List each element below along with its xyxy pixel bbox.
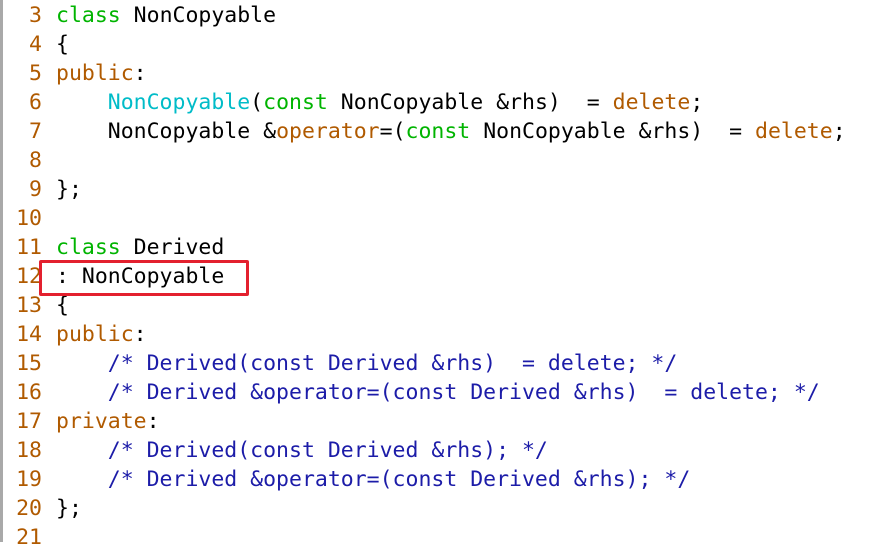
code-line[interactable]: 17 private: — [0, 407, 159, 436]
code-token: const — [405, 119, 471, 144]
code-token: /* Derived &operator=(const Derived &rhs… — [107, 467, 691, 492]
line-number: 18 — [16, 438, 42, 463]
line-text: /* Derived &operator=(const Derived &rhs… — [56, 465, 690, 494]
code-line[interactable]: 14 public: — [0, 320, 147, 349]
code-token: }; — [56, 177, 82, 202]
code-token: Derived — [120, 235, 225, 260]
code-token: NonCopyable & — [56, 119, 277, 144]
line-number: 17 — [16, 409, 42, 434]
line-text: class NonCopyable — [56, 1, 276, 30]
code-line[interactable]: 7 NonCopyable &operator=(const NonCopyab… — [0, 117, 846, 146]
code-line[interactable]: 15 /* Derived(const Derived &rhs) = dele… — [0, 349, 677, 378]
code-line[interactable]: 11 class Derived — [0, 233, 224, 262]
code-token: delete — [612, 90, 691, 115]
line-number: 15 — [16, 351, 42, 376]
code-token: : — [133, 61, 147, 86]
code-token: operator — [276, 119, 380, 144]
line-text: /* Derived(const Derived &rhs); */ — [56, 436, 548, 465]
code-token: =( — [379, 119, 406, 144]
code-token: }; — [56, 496, 82, 521]
code-line[interactable]: 16 /* Derived &operator=(const Derived &… — [0, 378, 820, 407]
line-text: class Derived — [56, 233, 224, 262]
code-token: const — [263, 90, 328, 115]
code-token: : — [146, 409, 160, 434]
code-line[interactable]: 10 — [0, 204, 42, 233]
line-text: { — [56, 30, 69, 59]
code-token: /* Derived &operator=(const Derived &rhs… — [107, 380, 820, 405]
line-text: public: — [56, 320, 147, 349]
code-line[interactable]: 21 — [0, 523, 42, 552]
code-token: /* Derived(const Derived &rhs); */ — [107, 438, 548, 463]
code-token: public — [56, 61, 134, 86]
code-token: { — [56, 32, 69, 57]
code-token: ; — [832, 119, 846, 144]
line-number: 20 — [16, 496, 42, 521]
code-line[interactable]: 19 /* Derived &operator=(const Derived &… — [0, 465, 690, 494]
code-token: private — [56, 409, 147, 434]
line-number: 3 — [29, 3, 42, 28]
code-token: ; — [690, 90, 704, 115]
code-token: NonCopyable &rhs) = — [470, 119, 756, 144]
code-token: class — [56, 3, 121, 28]
line-number: 8 — [29, 148, 42, 173]
line-number: 11 — [16, 235, 42, 260]
line-text: private: — [56, 407, 160, 436]
code-token: ( — [250, 90, 264, 115]
line-number: 12 — [16, 264, 42, 289]
code-token: class — [56, 235, 121, 260]
code-token: : — [133, 322, 147, 347]
code-editor[interactable]: 3 class NonCopyable 4{5 public: 6 NonCopyabl… — [0, 1, 846, 552]
code-token: delete — [755, 119, 833, 144]
line-number: 14 — [16, 322, 42, 347]
code-line[interactable]: 12: NonCopyable — [0, 262, 224, 291]
line-number: 7 — [29, 119, 42, 144]
line-text: }; — [56, 494, 82, 523]
code-token: { — [56, 293, 69, 318]
line-number: 16 — [16, 380, 42, 405]
line-text: }; — [56, 175, 82, 204]
line-text: NonCopyable &operator=(const NonCopyable… — [56, 117, 846, 146]
highlight-box-base-class — [39, 260, 249, 296]
code-line[interactable]: 5 public: — [0, 59, 147, 88]
code-line[interactable]: 3 class NonCopyable — [0, 1, 276, 30]
line-text: /* Derived(const Derived &rhs) = delete;… — [56, 349, 678, 378]
code-token: /* Derived(const Derived &rhs) = delete;… — [107, 351, 678, 376]
code-line[interactable]: 20}; — [0, 494, 82, 523]
code-token: NonCopyable — [120, 3, 277, 28]
code-line[interactable]: 6 NonCopyable(const NonCopyable &rhs) = … — [0, 88, 703, 117]
code-token: NonCopyable — [107, 90, 251, 115]
code-token: NonCopyable &rhs) = — [327, 90, 613, 115]
line-number: 13 — [16, 293, 42, 318]
line-number: 10 — [16, 206, 42, 231]
code-line[interactable]: 13 { — [0, 291, 69, 320]
line-number: 5 — [29, 61, 42, 86]
line-number: 19 — [16, 467, 42, 492]
code-line[interactable]: 4{ — [0, 30, 69, 59]
line-text: /* Derived &operator=(const Derived &rhs… — [56, 378, 820, 407]
line-text: NonCopyable(const NonCopyable &rhs) = de… — [56, 88, 703, 117]
line-number: 9 — [29, 177, 42, 202]
line-number: 6 — [29, 90, 42, 115]
code-line[interactable]: 18 /* Derived(const Derived &rhs); */ — [0, 436, 548, 465]
line-text: public: — [56, 59, 147, 88]
line-number: 21 — [16, 525, 42, 550]
code-line[interactable]: 9}; — [0, 175, 82, 204]
code-token: public — [56, 322, 134, 347]
code-line[interactable]: 8 — [0, 146, 42, 175]
line-number: 4 — [29, 32, 42, 57]
